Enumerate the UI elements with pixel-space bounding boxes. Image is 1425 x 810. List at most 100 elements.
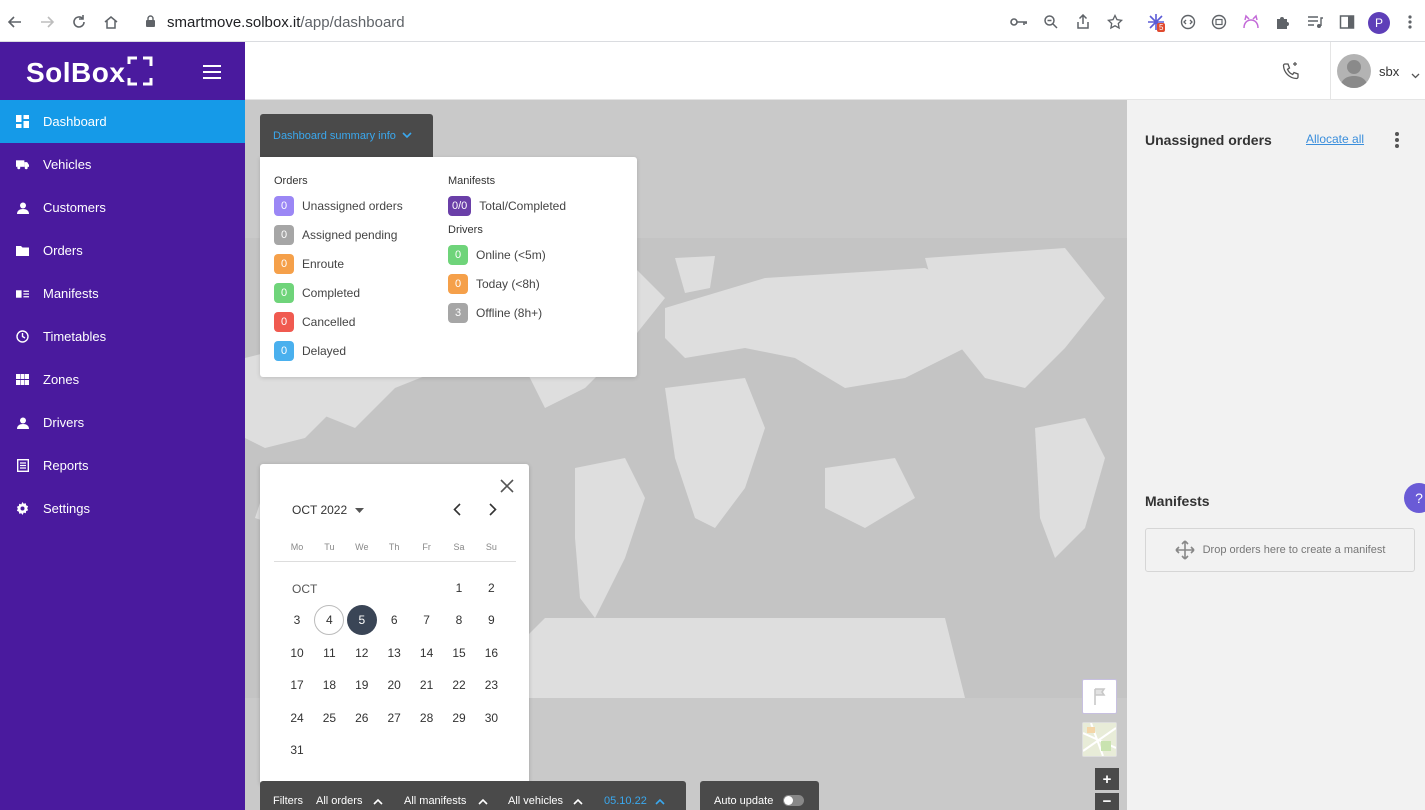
auto-update-control: Auto update [700, 781, 819, 810]
side-panel-icon[interactable] [1337, 12, 1357, 32]
summary-label: Offline (8h+) [476, 305, 543, 320]
extension-badge: 5 [1157, 23, 1166, 32]
chevron-up-icon[interactable] [573, 796, 583, 808]
address-bar[interactable]: smartmove.solbox.it/app/dashboard [167, 14, 405, 31]
manifest-dropzone[interactable]: Drop orders here to create a manifest [1145, 528, 1415, 572]
day-cell[interactable]: 16 [476, 638, 506, 668]
reload-icon[interactable] [68, 11, 90, 33]
day-cell[interactable]: 2 [476, 573, 506, 603]
chevron-up-icon[interactable] [655, 796, 665, 808]
day-cell[interactable]: 19 [347, 670, 377, 700]
lock-icon[interactable] [145, 15, 156, 33]
map-layer-button[interactable] [1082, 722, 1117, 757]
day-cell[interactable]: 11 [314, 638, 344, 668]
vehicles-filter[interactable]: All vehicles [508, 795, 563, 807]
day-cell[interactable]: 21 [412, 670, 442, 700]
day-cell[interactable]: 26 [347, 703, 377, 733]
dashboard-summary-toggle[interactable]: Dashboard summary info [260, 114, 433, 157]
day-cell[interactable]: 22 [444, 670, 474, 700]
puzzle-icon[interactable] [1273, 12, 1293, 32]
summary-label: Cancelled [302, 314, 356, 329]
extension-circle-icon[interactable] [1209, 12, 1229, 32]
day-cell[interactable]: 30 [476, 703, 506, 733]
user-menu[interactable]: sbx [1330, 42, 1425, 100]
weekday-header: Mo Tu We Th Fr Sa Su [274, 540, 516, 562]
day-cell[interactable]: 9 [476, 605, 506, 635]
chevron-up-icon[interactable] [478, 796, 488, 808]
sidebar-item-reports[interactable]: Reports [0, 444, 245, 487]
day-cell[interactable]: 27 [379, 703, 409, 733]
key-icon[interactable] [1009, 12, 1029, 32]
day-cell[interactable]: 31 [282, 735, 312, 765]
day-cell[interactable]: 14 [412, 638, 442, 668]
day-cell[interactable]: 28 [412, 703, 442, 733]
sidebar-item-label: Reports [43, 458, 89, 473]
day-cell[interactable]: 4 [314, 605, 345, 636]
month-year-selector[interactable]: OCT 2022 [292, 503, 365, 517]
day-cell[interactable]: 15 [444, 638, 474, 668]
zoom-out-icon[interactable] [1041, 12, 1061, 32]
phone-call-icon[interactable] [1282, 62, 1300, 85]
summary-label: Delayed [302, 343, 347, 358]
sidebar-item-zones[interactable]: Zones [0, 358, 245, 401]
chevron-left-icon[interactable] [450, 502, 464, 516]
more-options-icon[interactable] [1395, 132, 1399, 150]
sidebar-item-manifests[interactable]: Manifests [0, 272, 245, 315]
chevron-right-icon[interactable] [486, 502, 500, 516]
day-cell[interactable]: 24 [282, 703, 312, 733]
sidebar-item-orders[interactable]: Orders [0, 229, 245, 272]
home-icon[interactable] [100, 11, 122, 33]
extension-sparkle-icon[interactable]: 5 [1146, 12, 1166, 32]
day-cell[interactable]: 18 [314, 670, 344, 700]
auto-update-toggle[interactable] [783, 795, 804, 806]
sidebar: SolBox Dashboard Vehicles Customers Orders M… [0, 42, 245, 810]
day-cell[interactable]: 3 [282, 605, 312, 635]
date-filter[interactable]: 05.10.22 [604, 795, 647, 807]
map-flag-button[interactable] [1082, 679, 1117, 714]
summary-row: 0 Unassigned orders [274, 191, 403, 220]
zoom-out-button[interactable]: − [1095, 793, 1119, 810]
weekday-label: We [355, 542, 369, 552]
bookmark-star-icon[interactable] [1105, 12, 1125, 32]
day-cell[interactable]: 17 [282, 670, 312, 700]
allocate-all-link[interactable]: Allocate all [1306, 132, 1364, 146]
chevron-up-icon[interactable] [373, 796, 383, 808]
day-cell[interactable]: 8 [444, 605, 474, 635]
browser-profile-avatar[interactable]: P [1368, 12, 1390, 34]
day-cell[interactable]: 29 [444, 703, 474, 733]
extension-cat-icon[interactable] [1241, 12, 1261, 32]
day-cell[interactable]: 13 [379, 638, 409, 668]
sidebar-item-customers[interactable]: Customers [0, 186, 245, 229]
weekday-label: Tu [324, 542, 335, 552]
back-icon[interactable] [4, 11, 26, 33]
zoom-in-button[interactable]: + [1095, 768, 1119, 790]
day-cell[interactable]: 1 [444, 573, 474, 603]
extension-code-icon[interactable] [1178, 12, 1198, 32]
hamburger-menu-icon[interactable] [203, 65, 221, 79]
day-cell[interactable]: 7 [412, 605, 442, 635]
sidebar-item-settings[interactable]: Settings [0, 487, 245, 530]
sidebar-item-vehicles[interactable]: Vehicles [0, 143, 245, 186]
drivers-heading: Drivers [448, 224, 483, 236]
manifests-filter[interactable]: All manifests [404, 795, 466, 807]
sidebar-item-timetables[interactable]: Timetables [0, 315, 245, 358]
day-cell[interactable]: 20 [379, 670, 409, 700]
sidebar-item-drivers[interactable]: Drivers [0, 401, 245, 444]
sidebar-item-dashboard[interactable]: Dashboard [0, 100, 245, 143]
forward-icon[interactable] [36, 11, 58, 33]
logo[interactable]: SolBox [26, 56, 153, 89]
media-queue-icon[interactable] [1305, 12, 1325, 32]
day-cell[interactable]: 25 [314, 703, 344, 733]
share-icon[interactable] [1073, 12, 1093, 32]
browser-menu-icon[interactable] [1400, 12, 1420, 32]
day-cell[interactable]: 23 [476, 670, 506, 700]
summary-row: 0 Completed [274, 278, 403, 307]
orders-filter[interactable]: All orders [316, 795, 362, 807]
day-cell[interactable]: 6 [379, 605, 409, 635]
move-icon [1175, 540, 1195, 560]
close-icon[interactable] [499, 478, 515, 494]
day-selected[interactable]: 5 [346, 605, 377, 636]
unassigned-orders-title: Unassigned orders [1145, 132, 1272, 148]
day-cell[interactable]: 10 [282, 638, 312, 668]
day-cell[interactable]: 12 [347, 638, 377, 668]
